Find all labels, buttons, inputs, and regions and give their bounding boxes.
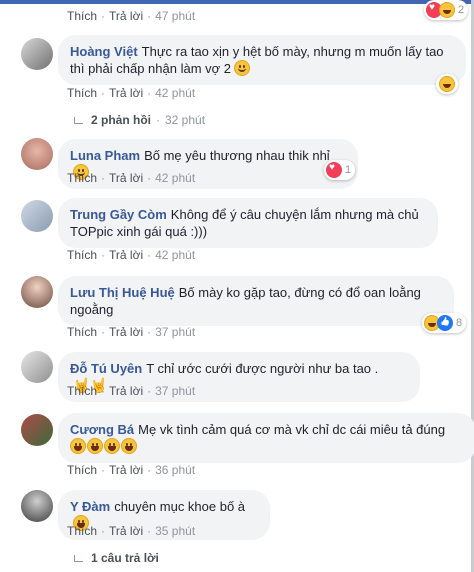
like-link[interactable]: Thích bbox=[67, 384, 97, 398]
view-replies-link[interactable]: 2 phản hồi bbox=[91, 113, 151, 127]
avatar[interactable] bbox=[21, 351, 53, 383]
reaction-summary[interactable]: 2 bbox=[424, 0, 469, 20]
commenter-name[interactable]: Hoàng Việt bbox=[70, 44, 138, 59]
reaction-count: 2 bbox=[458, 4, 465, 16]
comment-time[interactable]: 37 phút bbox=[155, 325, 195, 339]
reaction-summary[interactable] bbox=[436, 74, 458, 94]
reply-link[interactable]: Trả lời bbox=[109, 171, 143, 185]
avatar[interactable] bbox=[21, 490, 53, 522]
comment-time[interactable]: 47 phút bbox=[155, 9, 195, 23]
view-replies-link[interactable]: 1 câu trả lời bbox=[91, 551, 159, 565]
comment-actions: Thích · Trả lời · 47 phút bbox=[67, 9, 196, 23]
comment-time[interactable]: 42 phút bbox=[155, 171, 195, 185]
comment-time[interactable]: 42 phút bbox=[155, 248, 195, 262]
like-link[interactable]: Thích bbox=[67, 86, 97, 100]
comment-actions: Thích · Trả lời · 37 phút bbox=[67, 384, 196, 398]
reply-link[interactable]: Trả lời bbox=[109, 86, 143, 100]
reply-link[interactable]: Trả lời bbox=[109, 384, 143, 398]
comment-time[interactable]: 37 phút bbox=[155, 384, 195, 398]
commenter-name[interactable]: Đỗ Tú Uyên bbox=[70, 361, 142, 376]
laughing-emoji bbox=[70, 438, 86, 454]
commenter-name[interactable]: Cương Bá bbox=[70, 422, 134, 437]
haha-icon bbox=[439, 2, 455, 18]
comment-text: Mẹ vk tình cảm quá cơ mà vk chỉ dc cái m… bbox=[138, 422, 446, 437]
like-link[interactable]: Thích bbox=[67, 248, 97, 262]
like-link[interactable]: Thích bbox=[67, 9, 97, 23]
reaction-summary[interactable]: 1 bbox=[324, 160, 356, 180]
reply-link[interactable]: Trả lời bbox=[109, 9, 143, 23]
comment-actions: Thích · Trả lời · 36 phút bbox=[67, 463, 196, 477]
like-link[interactable]: Thích bbox=[67, 463, 97, 477]
reply-link[interactable]: Trả lời bbox=[109, 248, 143, 262]
reply-link[interactable]: Trả lời bbox=[109, 463, 143, 477]
comment-actions: Thích · Trả lời · 42 phút bbox=[67, 248, 196, 262]
comment-bubble: Cương Bá Mẹ vk tình cảm quá cơ mà vk chỉ … bbox=[58, 413, 474, 463]
comment-actions: Thích · Trả lời · 37 phút bbox=[67, 325, 196, 339]
reply-link[interactable]: Trả lời bbox=[109, 524, 143, 538]
replies-summary[interactable]: 2 phản hồi · 32 phút bbox=[74, 113, 205, 127]
reply-arrow-icon bbox=[74, 116, 83, 124]
like-link[interactable]: Thích bbox=[67, 325, 97, 339]
haha-icon bbox=[439, 76, 455, 92]
reaction-summary[interactable]: 8 bbox=[422, 313, 467, 333]
comment-actions: Thích · Trả lời · 42 phút bbox=[67, 86, 196, 100]
reply-arrow-icon bbox=[74, 554, 83, 562]
laughing-emoji bbox=[87, 438, 103, 454]
comment-text: Bố mẹ yêu thương nhau thik nhỉ bbox=[144, 148, 330, 163]
laughing-emoji bbox=[104, 438, 120, 454]
top-header-strip bbox=[0, 0, 474, 4]
replies-time: 32 phút bbox=[165, 113, 206, 127]
smirk-emoji bbox=[234, 60, 251, 76]
laughing-emoji bbox=[121, 438, 137, 454]
comment-actions: Thích · Trả lời · 42 phút bbox=[67, 171, 196, 185]
comment-time[interactable]: 35 phút bbox=[155, 524, 195, 538]
replies-summary[interactable]: 1 câu trả lời bbox=[74, 551, 159, 565]
comment-text: chuyên mục khoe bố à bbox=[114, 499, 246, 514]
avatar[interactable] bbox=[21, 138, 53, 170]
avatar[interactable] bbox=[21, 200, 53, 232]
comment-bubble: Lưu Thị Huệ Huệ Bố mày ko gặp tao, đừng c… bbox=[58, 276, 454, 326]
comment-text: T chỉ ước cưới được người như ba tao . bbox=[146, 361, 379, 376]
reaction-count: 8 bbox=[456, 317, 463, 329]
comment-bubble: Trung Gầy Còm Không để ý câu chuyện lắm n… bbox=[58, 198, 438, 248]
like-icon bbox=[437, 315, 453, 331]
heart-icon bbox=[326, 162, 342, 178]
like-link[interactable]: Thích bbox=[67, 171, 97, 185]
commenter-name[interactable]: Lưu Thị Huệ Huệ bbox=[70, 285, 175, 300]
commenter-name[interactable]: Y Đàm bbox=[70, 499, 110, 514]
comment-time[interactable]: 36 phút bbox=[155, 463, 195, 477]
commenter-name[interactable]: Luna Pham bbox=[70, 148, 140, 163]
avatar[interactable] bbox=[21, 38, 53, 70]
avatar[interactable] bbox=[21, 414, 53, 446]
comment-actions: Thích · Trả lời · 35 phút bbox=[67, 524, 196, 538]
comment-time[interactable]: 42 phút bbox=[155, 86, 195, 100]
comment-bubble: Hoàng Việt Thực ra tao xịn y hệt bố mày, … bbox=[58, 35, 466, 85]
like-link[interactable]: Thích bbox=[67, 524, 97, 538]
commenter-name[interactable]: Trung Gầy Còm bbox=[70, 207, 167, 222]
avatar[interactable] bbox=[21, 276, 53, 308]
reaction-count: 1 bbox=[345, 164, 352, 176]
reply-link[interactable]: Trả lời bbox=[109, 325, 143, 339]
